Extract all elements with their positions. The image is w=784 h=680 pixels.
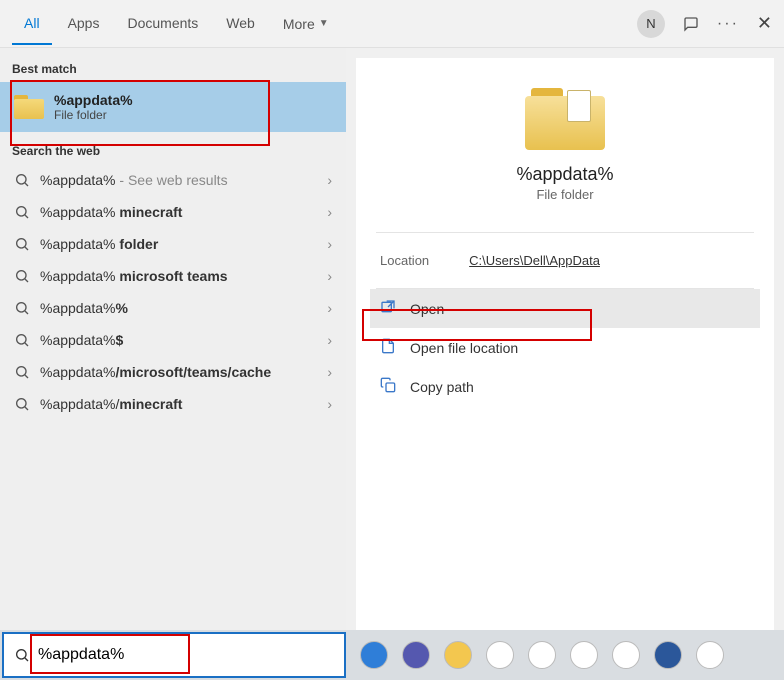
more-icon[interactable]: ··· <box>717 15 739 33</box>
top-tab-bar: All Apps Documents Web More ▼ N ··· ✕ <box>0 0 784 48</box>
web-result-label: %appdata% folder <box>40 236 317 252</box>
web-result-label: %appdata% minecraft <box>40 204 317 220</box>
search-icon <box>14 236 30 252</box>
folder-large-icon <box>525 88 605 150</box>
search-icon <box>14 172 30 188</box>
web-result-item[interactable]: %appdata% - See web results › <box>0 164 346 196</box>
web-result-label: %appdata%% <box>40 300 317 316</box>
chevron-right-icon: › <box>327 396 332 412</box>
taskbar-chrome-icon[interactable] <box>486 641 514 669</box>
chevron-down-icon: ▼ <box>319 18 329 29</box>
action-label: Open file location <box>410 340 518 356</box>
web-results-list: %appdata% - See web results › %appdata% … <box>0 164 346 420</box>
location-label: Location <box>380 253 429 268</box>
chevron-right-icon: › <box>327 172 332 188</box>
taskbar-edge-icon[interactable] <box>360 641 388 669</box>
main-area: Best match %appdata% File folder Search … <box>0 48 784 630</box>
best-match-text: %appdata% File folder <box>54 92 133 122</box>
search-icon <box>14 300 30 316</box>
search-input[interactable] <box>38 646 334 664</box>
best-match-item[interactable]: %appdata% File folder <box>0 82 346 132</box>
search-icon <box>14 268 30 284</box>
tab-documents[interactable]: Documents <box>115 3 210 45</box>
tab-web[interactable]: Web <box>214 3 267 45</box>
taskbar-chrome2-icon[interactable] <box>570 641 598 669</box>
action-list: Open Open file location Copy path <box>356 289 774 406</box>
taskbar-slack-icon[interactable] <box>528 641 556 669</box>
web-result-label: %appdata% - See web results <box>40 172 317 188</box>
taskbar <box>0 630 784 680</box>
preview-header: %appdata% File folder <box>356 78 774 232</box>
web-result-item[interactable]: %appdata%/minecraft › <box>0 388 346 420</box>
location-row: Location C:\Users\Dell\AppData <box>356 233 774 288</box>
folder-icon <box>14 95 44 119</box>
tab-apps[interactable]: Apps <box>56 3 112 45</box>
best-match-sub: File folder <box>54 108 133 122</box>
file-location-icon <box>380 338 396 357</box>
web-result-item[interactable]: %appdata% folder › <box>0 228 346 260</box>
taskbar-teams-icon[interactable] <box>402 641 430 669</box>
chevron-right-icon: › <box>327 300 332 316</box>
chevron-right-icon: › <box>327 236 332 252</box>
search-icon <box>14 647 30 663</box>
chevron-right-icon: › <box>327 204 332 220</box>
best-match-title: %appdata% <box>54 92 133 108</box>
open-icon <box>380 299 396 318</box>
tab-more-label: More <box>283 16 315 32</box>
chevron-right-icon: › <box>327 268 332 284</box>
taskbar-word-icon[interactable] <box>654 641 682 669</box>
search-web-label: Search the web <box>0 140 346 164</box>
web-result-label: %appdata%/microsoft/teams/cache <box>40 364 317 380</box>
avatar[interactable]: N <box>637 10 665 38</box>
location-link[interactable]: C:\Users\Dell\AppData <box>469 253 600 268</box>
best-match-label: Best match <box>0 58 346 82</box>
preview-panel: %appdata% File folder Location C:\Users\… <box>356 58 774 630</box>
search-icon <box>14 396 30 412</box>
topbar-right: N ··· ✕ <box>637 10 772 38</box>
close-icon[interactable]: ✕ <box>757 13 772 34</box>
chevron-right-icon: › <box>327 332 332 348</box>
search-box[interactable] <box>2 632 346 678</box>
preview-sub: File folder <box>356 187 774 202</box>
feedback-icon[interactable] <box>683 16 699 32</box>
web-result-label: %appdata% microsoft teams <box>40 268 317 284</box>
tabs: All Apps Documents Web More ▼ <box>12 3 341 45</box>
web-result-label: %appdata%/minecraft <box>40 396 317 412</box>
web-result-item[interactable]: %appdata%$ › <box>0 324 346 356</box>
taskbar-icons <box>360 641 724 669</box>
search-icon <box>14 364 30 380</box>
taskbar-palette-icon[interactable] <box>696 641 724 669</box>
preview-title: %appdata% <box>356 164 774 185</box>
chevron-right-icon: › <box>327 364 332 380</box>
action-copy[interactable]: Copy path <box>370 367 760 406</box>
web-result-item[interactable]: %appdata%% › <box>0 292 346 324</box>
results-panel: Best match %appdata% File folder Search … <box>0 48 346 630</box>
web-result-item[interactable]: %appdata% minecraft › <box>0 196 346 228</box>
taskbar-paint-icon[interactable] <box>612 641 640 669</box>
action-label: Open <box>410 301 444 317</box>
search-icon <box>14 332 30 348</box>
action-open[interactable]: Open <box>370 289 760 328</box>
taskbar-explorer-icon[interactable] <box>444 641 472 669</box>
tab-more[interactable]: More ▼ <box>271 3 341 45</box>
web-result-item[interactable]: %appdata%/microsoft/teams/cache › <box>0 356 346 388</box>
action-label: Copy path <box>410 379 474 395</box>
copy-icon <box>380 377 396 396</box>
search-icon <box>14 204 30 220</box>
web-result-item[interactable]: %appdata% microsoft teams › <box>0 260 346 292</box>
web-result-label: %appdata%$ <box>40 332 317 348</box>
tab-all[interactable]: All <box>12 3 52 45</box>
action-file-location[interactable]: Open file location <box>370 328 760 367</box>
